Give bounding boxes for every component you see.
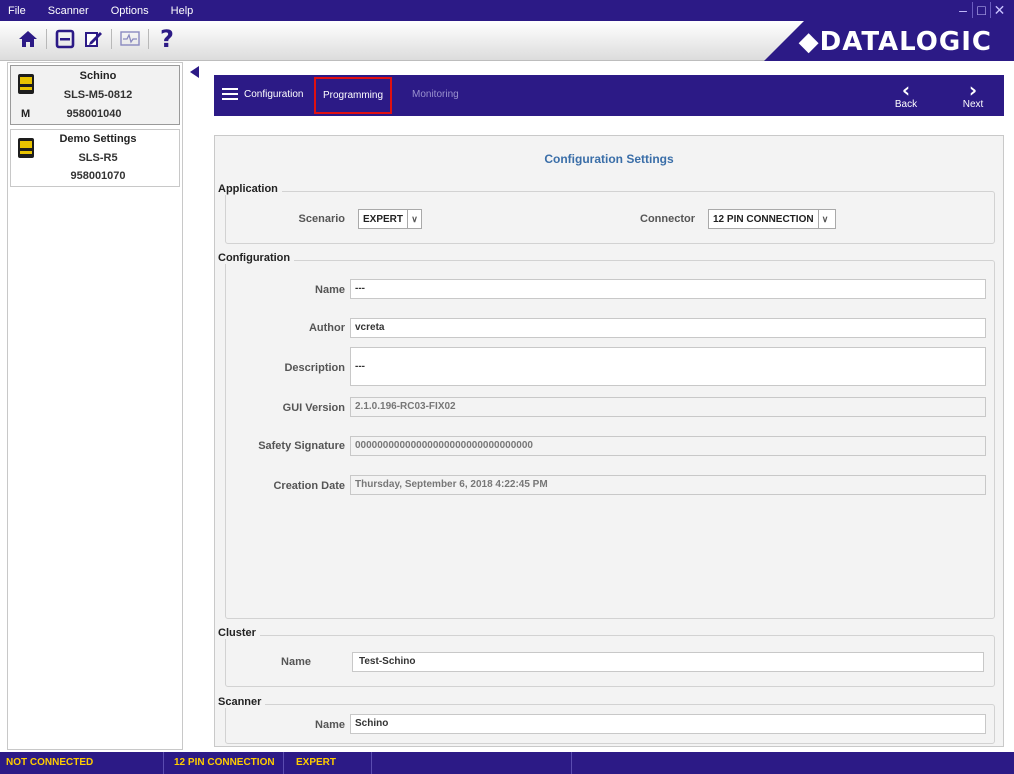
- help-icon[interactable]: ?: [153, 25, 181, 53]
- menu-options[interactable]: Options: [100, 5, 160, 17]
- collapse-panel-icon[interactable]: [190, 66, 199, 78]
- toolbar-separator: [148, 29, 149, 49]
- scenario-value: EXPERT: [363, 213, 404, 225]
- menu-file[interactable]: File: [0, 5, 37, 17]
- save-icon[interactable]: [51, 26, 79, 52]
- scanner-name-field[interactable]: Schino: [350, 714, 986, 734]
- cluster-name-label: Name: [281, 656, 311, 668]
- scenario-label: Scenario: [298, 213, 345, 225]
- chevron-right-icon: ›: [968, 78, 978, 102]
- toolbar: ? ◆DATALOGIC: [0, 21, 1014, 61]
- close-button[interactable]: ✕: [990, 2, 1008, 18]
- connector-select[interactable]: 12 PIN CONNECTION ∨: [708, 209, 836, 229]
- menu-help[interactable]: Help: [160, 5, 205, 17]
- device-model: SLS-R5: [78, 152, 118, 164]
- minimize-button[interactable]: –: [954, 2, 972, 18]
- config-name-label: Name: [315, 284, 345, 296]
- configuration-group-label: Configuration: [218, 252, 295, 264]
- datalogic-logo: ◆DATALOGIC: [798, 27, 992, 57]
- scanner-device-icon: [18, 74, 34, 94]
- toolbar-separator: [111, 29, 112, 49]
- menu-scanner[interactable]: Scanner: [37, 5, 100, 17]
- scenario-select[interactable]: EXPERT ∨: [358, 209, 422, 229]
- status-connector: 12 PIN CONNECTION: [168, 752, 284, 774]
- next-button[interactable]: › Next: [958, 78, 988, 110]
- status-empty-1: [372, 752, 572, 774]
- nav-configuration[interactable]: Configuration: [244, 89, 303, 100]
- cluster-name-field[interactable]: Test-Schino: [352, 652, 984, 672]
- gui-version-label: GUI Version: [282, 402, 345, 414]
- author-label: Author: [308, 322, 345, 334]
- chevron-left-icon: ‹: [901, 78, 911, 102]
- scanner-device-icon: [18, 138, 34, 158]
- menu-bar: File Scanner Options Help – □ ✕: [0, 0, 1014, 21]
- chevron-down-icon: ∨: [407, 210, 421, 228]
- scanner-name-label: Name: [315, 719, 345, 731]
- cluster-group-label: Cluster: [218, 627, 260, 639]
- safety-signature-label: Safety Signature: [258, 440, 345, 452]
- status-empty-2: [572, 752, 1014, 774]
- creation-date-label: Creation Date: [273, 480, 345, 492]
- description-label: Description: [284, 362, 345, 374]
- scanner-group-label: Scanner: [218, 696, 266, 708]
- back-button[interactable]: ‹ Back: [891, 78, 921, 110]
- nav-programming[interactable]: Programming: [314, 77, 392, 114]
- hamburger-menu-icon[interactable]: [222, 88, 238, 100]
- author-field[interactable]: vcreta: [350, 318, 986, 338]
- configuration-settings-panel: Configuration Settings Application Scena…: [214, 135, 1004, 747]
- device-serial: 958001040: [66, 108, 122, 120]
- chevron-down-icon: ∨: [817, 210, 832, 228]
- connector-label: Connector: [640, 213, 695, 225]
- device-list-panel: Schino SLS-M5-0812 M 958001040 Demo Sett…: [7, 62, 183, 750]
- connector-value: 12 PIN CONNECTION: [713, 213, 814, 225]
- status-scenario: EXPERT: [290, 752, 372, 774]
- panel-title: Configuration Settings: [544, 152, 674, 166]
- device-name: Schino: [79, 70, 117, 82]
- window-controls: – □ ✕: [954, 2, 1008, 18]
- status-bar: NOT CONNECTED 12 PIN CONNECTION EXPERT: [0, 752, 1014, 774]
- device-serial: 958001070: [70, 170, 126, 182]
- navigation-bar: Configuration Programming Monitoring ‹ B…: [214, 75, 1004, 116]
- device-model: SLS-M5-0812: [63, 89, 133, 101]
- gui-version-field: 2.1.0.196-RC03-FIX02: [350, 397, 986, 417]
- toolbar-separator: [46, 29, 47, 49]
- description-field[interactable]: ---: [350, 347, 986, 386]
- next-label: Next: [962, 99, 984, 110]
- creation-date-field: Thursday, September 6, 2018 4:22:45 PM: [350, 475, 986, 495]
- safety-signature-field: 00000000000000000000000000000000: [350, 436, 986, 456]
- device-card-schino[interactable]: Schino SLS-M5-0812 M 958001040: [10, 65, 180, 125]
- device-name: Demo Settings: [59, 133, 137, 145]
- nav-monitoring[interactable]: Monitoring: [412, 89, 459, 100]
- maximize-button[interactable]: □: [972, 2, 990, 18]
- back-label: Back: [894, 99, 918, 110]
- device-master-badge: M: [21, 108, 31, 120]
- status-connection: NOT CONNECTED: [0, 752, 164, 774]
- device-card-demo-settings[interactable]: Demo Settings SLS-R5 958001070: [10, 129, 180, 187]
- edit-document-icon[interactable]: [79, 26, 107, 52]
- monitor-icon[interactable]: [116, 26, 144, 52]
- config-name-field[interactable]: ---: [350, 279, 986, 299]
- home-icon[interactable]: [14, 26, 42, 52]
- application-group-label: Application: [218, 183, 282, 195]
